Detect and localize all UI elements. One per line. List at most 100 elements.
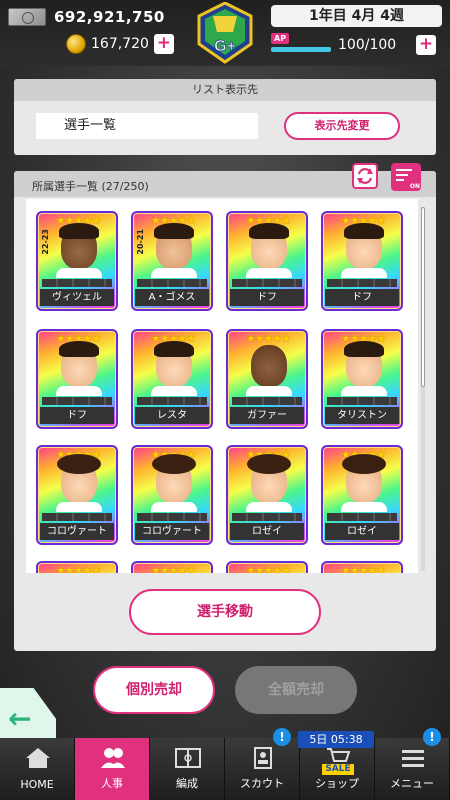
menu-badge: ! xyxy=(423,728,441,746)
player-shirt xyxy=(151,268,197,278)
sell-all-button: 全額売却 xyxy=(235,666,357,714)
player-shirt xyxy=(151,502,197,512)
ap-gauge xyxy=(271,47,331,52)
player-card[interactable]: ★★★★★ 22-23 ヴィツェル xyxy=(36,211,118,311)
player-portrait xyxy=(344,341,384,387)
scrollbar-thumb[interactable] xyxy=(421,207,425,387)
player-shirt xyxy=(151,386,197,396)
card-stat-strip xyxy=(232,279,302,287)
player-card[interactable]: ★★★★★コロヴァート xyxy=(36,445,118,545)
filter-button[interactable]: ON xyxy=(391,163,421,191)
player-shirt xyxy=(56,386,102,396)
player-name: コロヴァート xyxy=(40,523,114,540)
sell-individual-button[interactable]: 個別売却 xyxy=(93,666,215,714)
player-card[interactable]: ★★★★★コロヴァート xyxy=(131,445,213,545)
player-name: ガファー xyxy=(230,407,304,424)
player-portrait xyxy=(342,454,386,503)
sale-timer: 5日 05:38 xyxy=(298,731,374,748)
banknote-icon xyxy=(8,8,46,26)
nav-label-scout: スカウト xyxy=(240,777,284,790)
player-portrait xyxy=(59,341,99,387)
menu-icon xyxy=(402,750,424,767)
player-card-grid[interactable]: ★★★★★ 22-23 ヴィツェル ★★★★★ 20-21 A・ゴメス ★★★★★ ドフ ★★★… xyxy=(26,199,418,573)
add-ap-button[interactable]: + xyxy=(416,35,436,55)
rarity-stars-icon: ★★★★★ xyxy=(340,564,386,573)
player-name: ヴィツェル xyxy=(40,289,114,306)
club-emblem-icon[interactable]: G+ xyxy=(187,2,263,64)
back-button[interactable]: ← xyxy=(0,688,56,744)
player-name: A・ゴメス xyxy=(135,289,209,306)
player-card[interactable]: ★★★★★ xyxy=(36,561,118,573)
player-card[interactable]: ★★★★★ xyxy=(226,561,308,573)
nav-formation[interactable]: 編成 xyxy=(150,738,225,800)
move-player-button[interactable]: 選手移動 xyxy=(129,589,321,635)
scout-badge: ! xyxy=(273,728,291,746)
scrollbar[interactable] xyxy=(421,207,425,571)
player-name: タリストン xyxy=(325,407,399,424)
player-card[interactable]: ★★★★★ロゼイ xyxy=(226,445,308,545)
roster-header: 所属選手一覧 (27/250) ON xyxy=(14,163,436,197)
player-card[interactable]: ★★★★★ 20-21 A・ゴメス xyxy=(131,211,213,311)
card-stat-strip xyxy=(327,397,397,405)
player-card[interactable]: ★★★★★ ドフ xyxy=(36,329,118,429)
nav-label-home: HOME xyxy=(20,778,54,791)
player-card[interactable]: ★★★★★ ドフ xyxy=(226,211,308,311)
player-portrait xyxy=(247,454,291,503)
nav-menu[interactable]: ! メニュー xyxy=(375,728,450,800)
player-portrait xyxy=(251,345,287,387)
card-stat-strip xyxy=(232,397,302,405)
player-shirt xyxy=(56,502,102,512)
status-bar: 692,921,750 167,720 + G+ 1年目 4月 4週 AP 10… xyxy=(0,0,450,66)
game-date: 1年目 4月 4週 xyxy=(271,5,442,27)
player-name: ドフ xyxy=(325,289,399,306)
card-season: 22-23 xyxy=(41,229,50,255)
nav-personnel[interactable]: 人事 xyxy=(75,738,150,800)
people-icon xyxy=(101,748,125,768)
player-name: ドフ xyxy=(40,407,114,424)
nav-label-shop: ショップ xyxy=(315,777,359,790)
player-name: コロヴァート xyxy=(135,523,209,540)
player-card[interactable]: ★★★★★ ガファー xyxy=(226,329,308,429)
nav-label-menu: メニュー xyxy=(390,777,434,790)
card-stat-strip xyxy=(137,279,207,287)
nav-label-personnel: 人事 xyxy=(101,777,123,790)
sort-button[interactable] xyxy=(352,163,378,189)
coin-value: 167,720 xyxy=(91,36,149,52)
player-card[interactable]: ★★★★★ レスタ xyxy=(131,329,213,429)
player-portrait xyxy=(344,223,384,269)
ap-value: 100/100 xyxy=(338,37,397,53)
emblem-grade: G+ xyxy=(214,38,236,55)
list-destination-panel: リスト表示先 選手一覧 表示先変更 xyxy=(14,79,436,155)
money-display: 692,921,750 xyxy=(8,6,165,28)
nav-home[interactable]: HOME xyxy=(0,738,75,800)
player-shirt xyxy=(246,502,292,512)
card-season: 20-21 xyxy=(136,229,145,255)
list-destination-header: リスト表示先 xyxy=(14,79,436,101)
player-shirt xyxy=(341,386,387,396)
money-value: 692,921,750 xyxy=(54,8,165,26)
player-name: レスタ xyxy=(135,407,209,424)
roster-title: 所属選手一覧 (27/250) xyxy=(32,180,149,193)
change-destination-button[interactable]: 表示先変更 xyxy=(284,112,400,140)
field-icon xyxy=(175,748,201,768)
nav-scout[interactable]: ! スカウト xyxy=(225,728,300,800)
rarity-stars-icon: ★★★★★ xyxy=(55,564,101,573)
player-portrait xyxy=(59,223,99,269)
player-portrait xyxy=(154,341,194,387)
player-portrait xyxy=(154,223,194,269)
player-card[interactable]: ★★★★★ ドフ xyxy=(321,211,403,311)
player-name: ロゼイ xyxy=(325,523,399,540)
card-stat-strip xyxy=(232,513,302,521)
sale-tag: SALE xyxy=(322,764,354,775)
player-card[interactable]: ★★★★★ロゼイ xyxy=(321,445,403,545)
nav-label-formation: 編成 xyxy=(176,777,198,790)
add-coins-button[interactable]: + xyxy=(153,34,174,54)
card-stat-strip xyxy=(42,279,112,287)
player-card[interactable]: ★★★★★ タリストン xyxy=(321,329,403,429)
player-name: ドフ xyxy=(230,289,304,306)
player-card[interactable]: ★★★★★ xyxy=(321,561,403,573)
roster-panel: 所属選手一覧 (27/250) ON ★★★★★ 22-23 ヴィツェル ★★★★★ 2… xyxy=(14,163,436,651)
card-stat-strip xyxy=(137,513,207,521)
player-card[interactable]: ★★★★★ xyxy=(131,561,213,573)
player-name: ロゼイ xyxy=(230,523,304,540)
